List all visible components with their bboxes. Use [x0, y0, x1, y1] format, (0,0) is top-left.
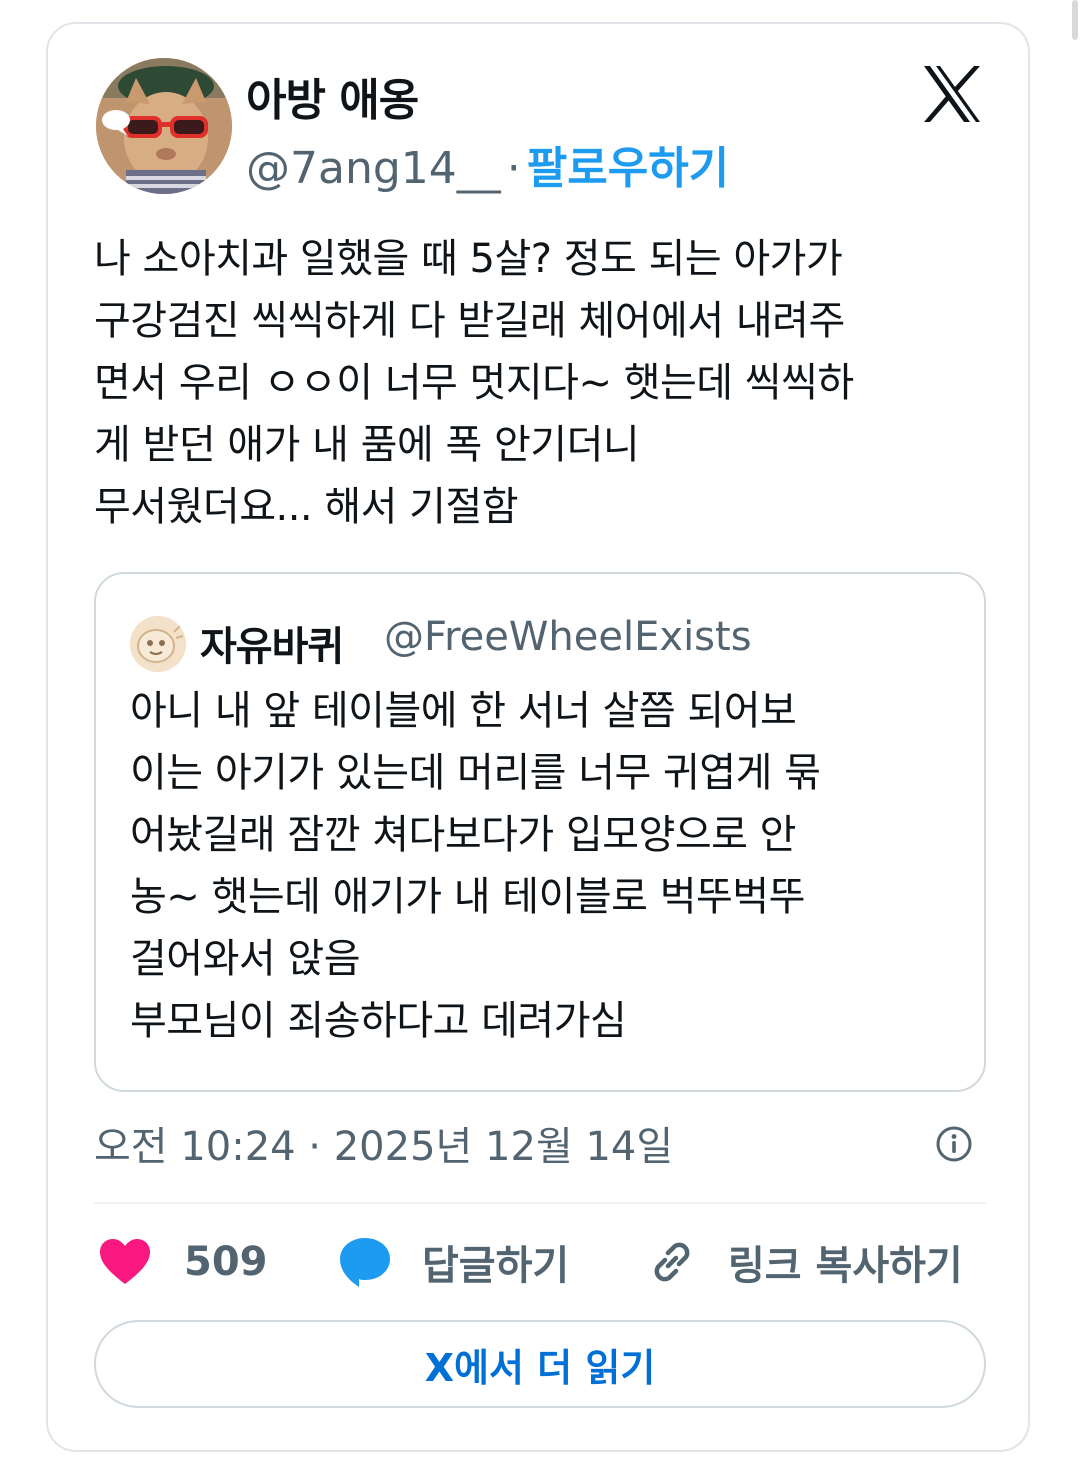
quote-text: 아니 내 앞 테이블에 한 서너 살쯤 되어보 이는 아기가 있는데 머리를 너…	[130, 688, 821, 1044]
separator-dot: ·	[506, 143, 521, 194]
reply-label: 답글하기	[422, 1243, 570, 1289]
cat-avatar-image	[96, 58, 232, 194]
author-name[interactable]: 아방 애옹	[246, 64, 419, 128]
info-icon[interactable]	[934, 1124, 974, 1164]
speech-bubble-icon	[340, 1238, 390, 1287]
link-icon	[654, 1242, 690, 1282]
quote-author-avatar	[130, 616, 186, 672]
drawn-character-icon	[130, 616, 186, 672]
tweet-text: 나 소아치과 일했을 때 5살? 정도 되는 아가가 구강검진 씩씩하게 다 받…	[94, 236, 854, 530]
heart-icon	[100, 1239, 150, 1284]
follow-button[interactable]: 팔로우하기	[527, 143, 729, 194]
author-handle-line: @7ang14__ · 팔로우하기	[246, 132, 729, 196]
quote-author-handle: @FreeWheelExists	[384, 614, 752, 660]
quoted-tweet[interactable]: 자유바퀴 @FreeWheelExists 아니 내 앞 테이블에 한 서너 살…	[94, 572, 986, 1092]
copy-link-label: 링크 복사하기	[728, 1243, 963, 1289]
x-logo-icon[interactable]	[920, 62, 984, 126]
divider	[94, 1202, 986, 1204]
copy-link-button[interactable]: 링크 복사하기	[646, 1230, 963, 1294]
author-avatar[interactable]	[96, 58, 232, 194]
tweet-card: 아방 애옹 @7ang14__ · 팔로우하기 나 소아치과 일했을 때 5살? 정…	[46, 22, 1030, 1452]
author-handle[interactable]: @7ang14__	[246, 143, 501, 194]
reply-button[interactable]: 답글하기	[338, 1230, 569, 1294]
quote-author-name: 자유바퀴	[200, 624, 344, 670]
read-more-button[interactable]: X에서 더 읽기	[94, 1320, 986, 1408]
like-count: 509	[184, 1239, 268, 1285]
tweet-timestamp[interactable]: 오전 10:24 · 2025년 12월 14일	[94, 1114, 673, 1172]
scrollbar[interactable]	[1072, 0, 1078, 40]
like-button[interactable]: 509	[98, 1230, 268, 1294]
